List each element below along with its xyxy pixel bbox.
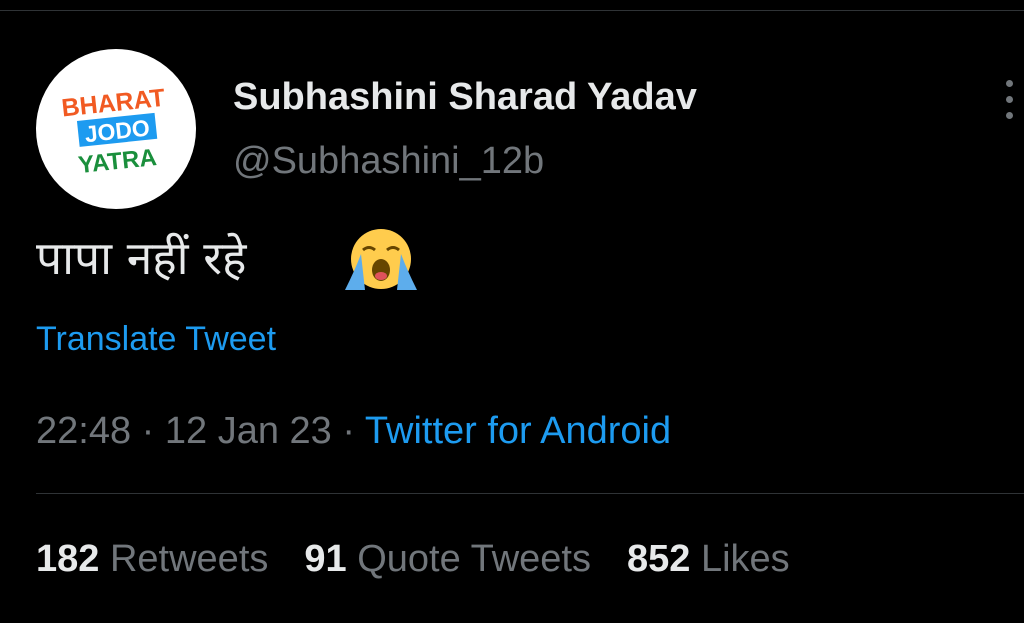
tweet-source-link[interactable]: Twitter for Android bbox=[365, 410, 671, 452]
tweet-meta: 22:48 · 12 Jan 23 · Twitter for Android bbox=[36, 410, 671, 453]
quote-tweets-label: Quote Tweets bbox=[357, 538, 591, 580]
avatar[interactable]: BHARAT JODO YATRA bbox=[36, 49, 196, 209]
more-options-icon[interactable] bbox=[998, 78, 1020, 122]
logo-word-2: JODO bbox=[83, 115, 151, 148]
retweets-count: 182 bbox=[36, 538, 100, 580]
logo-word-3: YATRA bbox=[77, 144, 158, 179]
likes-count: 852 bbox=[627, 538, 691, 580]
translate-tweet-link[interactable]: Translate Tweet bbox=[36, 320, 276, 359]
stats-divider bbox=[36, 493, 1024, 494]
tweet-text: पापा नहीं रहे bbox=[36, 231, 247, 285]
likes-stat[interactable]: 852 Likes bbox=[627, 538, 790, 580]
user-handle[interactable]: @Subhashini_12b bbox=[233, 140, 544, 183]
bharat-jodo-yatra-logo: BHARAT JODO YATRA bbox=[60, 84, 166, 179]
meta-separator: · bbox=[141, 410, 155, 452]
engagement-stats: 182 Retweets 91 Quote Tweets 852 Likes bbox=[36, 538, 790, 581]
retweets-stat[interactable]: 182 Retweets bbox=[36, 538, 268, 580]
tweet-date[interactable]: 12 Jan 23 bbox=[165, 410, 332, 452]
top-divider bbox=[0, 10, 1024, 11]
retweets-label: Retweets bbox=[109, 538, 269, 580]
quote-tweets-count: 91 bbox=[304, 538, 347, 580]
loudly-crying-face-icon bbox=[345, 229, 417, 290]
tweet-time[interactable]: 22:48 bbox=[36, 410, 131, 452]
likes-label: Likes bbox=[700, 538, 790, 580]
meta-separator: · bbox=[342, 410, 356, 452]
quote-tweets-stat[interactable]: 91 Quote Tweets bbox=[304, 538, 591, 580]
display-name[interactable]: Subhashini Sharad Yadav bbox=[233, 76, 697, 119]
